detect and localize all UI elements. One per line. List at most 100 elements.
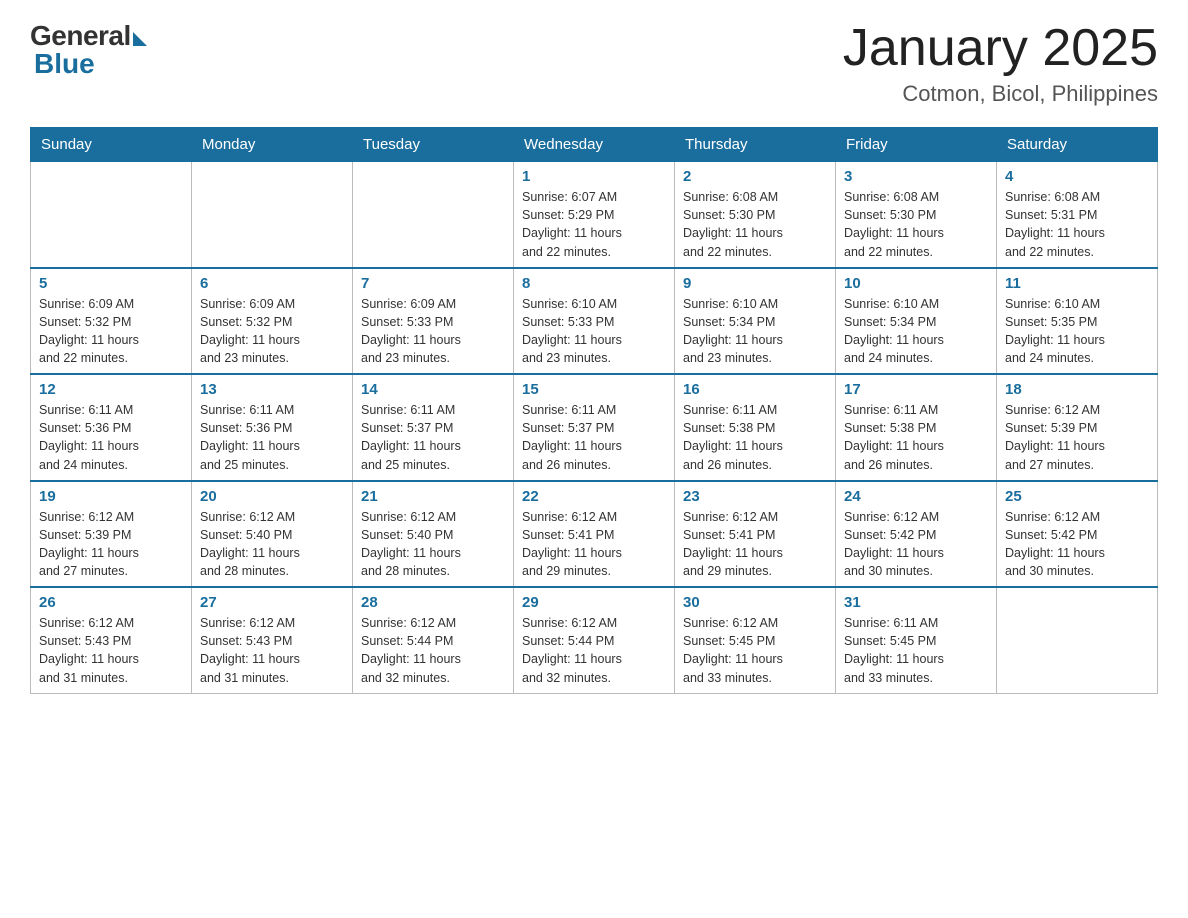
header-thursday: Thursday xyxy=(675,128,836,162)
day-number: 10 xyxy=(844,275,988,292)
day-info: Sunrise: 6:12 AMSunset: 5:40 PMDaylight:… xyxy=(200,508,344,581)
day-info: Sunrise: 6:12 AMSunset: 5:44 PMDaylight:… xyxy=(522,614,666,687)
day-info: Sunrise: 6:10 AMSunset: 5:34 PMDaylight:… xyxy=(683,295,827,368)
page-header: General Blue January 2025 Cotmon, Bicol,… xyxy=(30,20,1158,107)
day-number: 13 xyxy=(200,381,344,398)
calendar-header-row: Sunday Monday Tuesday Wednesday Thursday… xyxy=(31,128,1158,162)
day-info: Sunrise: 6:07 AMSunset: 5:29 PMDaylight:… xyxy=(522,188,666,261)
calendar-cell: 14Sunrise: 6:11 AMSunset: 5:37 PMDayligh… xyxy=(353,374,514,481)
day-info: Sunrise: 6:12 AMSunset: 5:43 PMDaylight:… xyxy=(39,614,183,687)
calendar-cell: 19 Sunrise: 6:12 AMSunset: 5:39 PMDayligh… xyxy=(31,481,192,588)
day-info: Sunrise: 6:09 AMSunset: 5:32 PMDaylight:… xyxy=(39,295,183,368)
day-number: 2 xyxy=(683,168,827,185)
day-info: Sunrise: 6:12 AMSunset: 5:39 PMDaylight:… xyxy=(1005,401,1149,474)
day-number: 27 xyxy=(200,594,344,611)
day-info: Sunrise: 6:08 AMSunset: 5:30 PMDaylight:… xyxy=(844,188,988,261)
day-info: Sunrise: 6:12 AMSunset: 5:45 PMDaylight:… xyxy=(683,614,827,687)
calendar-cell: 29Sunrise: 6:12 AMSunset: 5:44 PMDayligh… xyxy=(514,587,675,693)
day-info: Sunrise: 6:12 AMSunset: 5:39 PMDaylight:… xyxy=(39,508,183,581)
day-info: Sunrise: 6:11 AMSunset: 5:37 PMDaylight:… xyxy=(522,401,666,474)
day-info: Sunrise: 6:11 AMSunset: 5:36 PMDaylight:… xyxy=(39,401,183,474)
day-number: 3 xyxy=(844,168,988,185)
location-subtitle: Cotmon, Bicol, Philippines xyxy=(843,81,1158,107)
calendar-cell: 25 Sunrise: 6:12 AMSunset: 5:42 PMDayligh… xyxy=(997,481,1158,588)
calendar-week-row: 12 Sunrise: 6:11 AMSunset: 5:36 PMDayligh… xyxy=(31,374,1158,481)
day-number: 25 xyxy=(1005,488,1149,505)
header-wednesday: Wednesday xyxy=(514,128,675,162)
header-tuesday: Tuesday xyxy=(353,128,514,162)
calendar-cell xyxy=(353,162,514,268)
day-number: 16 xyxy=(683,381,827,398)
day-number: 5 xyxy=(39,275,183,292)
day-info: Sunrise: 6:10 AMSunset: 5:33 PMDaylight:… xyxy=(522,295,666,368)
calendar-cell: 31Sunrise: 6:11 AMSunset: 5:45 PMDayligh… xyxy=(836,587,997,693)
day-number: 18 xyxy=(1005,381,1149,398)
title-section: January 2025 Cotmon, Bicol, Philippines xyxy=(843,20,1158,107)
day-info: Sunrise: 6:10 AMSunset: 5:35 PMDaylight:… xyxy=(1005,295,1149,368)
calendar-cell: 5 Sunrise: 6:09 AMSunset: 5:32 PMDaylight… xyxy=(31,268,192,375)
calendar-cell xyxy=(31,162,192,268)
day-number: 14 xyxy=(361,381,505,398)
calendar-week-row: 5 Sunrise: 6:09 AMSunset: 5:32 PMDaylight… xyxy=(31,268,1158,375)
day-number: 22 xyxy=(522,488,666,505)
calendar-cell: 22 Sunrise: 6:12 AMSunset: 5:41 PMDayligh… xyxy=(514,481,675,588)
header-saturday: Saturday xyxy=(997,128,1158,162)
calendar-cell: 28Sunrise: 6:12 AMSunset: 5:44 PMDayligh… xyxy=(353,587,514,693)
month-year-title: January 2025 xyxy=(843,20,1158,77)
day-info: Sunrise: 6:09 AMSunset: 5:33 PMDaylight:… xyxy=(361,295,505,368)
day-number: 12 xyxy=(39,381,183,398)
day-number: 8 xyxy=(522,275,666,292)
calendar-cell: 21Sunrise: 6:12 AMSunset: 5:40 PMDayligh… xyxy=(353,481,514,588)
day-info: Sunrise: 6:11 AMSunset: 5:38 PMDaylight:… xyxy=(683,401,827,474)
calendar-cell: 27 Sunrise: 6:12 AMSunset: 5:43 PMDayligh… xyxy=(192,587,353,693)
day-number: 26 xyxy=(39,594,183,611)
calendar-cell: 18 Sunrise: 6:12 AMSunset: 5:39 PMDayligh… xyxy=(997,374,1158,481)
calendar-cell: 26 Sunrise: 6:12 AMSunset: 5:43 PMDayligh… xyxy=(31,587,192,693)
day-info: Sunrise: 6:12 AMSunset: 5:42 PMDaylight:… xyxy=(844,508,988,581)
day-info: Sunrise: 6:12 AMSunset: 5:41 PMDaylight:… xyxy=(522,508,666,581)
logo: General Blue xyxy=(30,20,147,80)
calendar-week-row: 1 Sunrise: 6:07 AMSunset: 5:29 PMDaylight… xyxy=(31,162,1158,268)
day-number: 23 xyxy=(683,488,827,505)
calendar-cell: 20Sunrise: 6:12 AMSunset: 5:40 PMDayligh… xyxy=(192,481,353,588)
logo-triangle-icon xyxy=(133,32,147,46)
calendar-cell: 10 Sunrise: 6:10 AMSunset: 5:34 PMDayligh… xyxy=(836,268,997,375)
calendar-week-row: 19 Sunrise: 6:12 AMSunset: 5:39 PMDayligh… xyxy=(31,481,1158,588)
day-info: Sunrise: 6:12 AMSunset: 5:41 PMDaylight:… xyxy=(683,508,827,581)
day-info: Sunrise: 6:09 AMSunset: 5:32 PMDaylight:… xyxy=(200,295,344,368)
calendar-cell: 23 Sunrise: 6:12 AMSunset: 5:41 PMDayligh… xyxy=(675,481,836,588)
calendar-cell: 30 Sunrise: 6:12 AMSunset: 5:45 PMDayligh… xyxy=(675,587,836,693)
day-info: Sunrise: 6:10 AMSunset: 5:34 PMDaylight:… xyxy=(844,295,988,368)
header-sunday: Sunday xyxy=(31,128,192,162)
day-info: Sunrise: 6:12 AMSunset: 5:43 PMDaylight:… xyxy=(200,614,344,687)
day-number: 9 xyxy=(683,275,827,292)
day-info: Sunrise: 6:11 AMSunset: 5:36 PMDaylight:… xyxy=(200,401,344,474)
day-number: 15 xyxy=(522,381,666,398)
day-number: 31 xyxy=(844,594,988,611)
calendar-cell: 17Sunrise: 6:11 AMSunset: 5:38 PMDayligh… xyxy=(836,374,997,481)
day-info: Sunrise: 6:08 AMSunset: 5:31 PMDaylight:… xyxy=(1005,188,1149,261)
calendar-cell: 9 Sunrise: 6:10 AMSunset: 5:34 PMDaylight… xyxy=(675,268,836,375)
calendar-cell: 24 Sunrise: 6:12 AMSunset: 5:42 PMDayligh… xyxy=(836,481,997,588)
day-number: 6 xyxy=(200,275,344,292)
calendar-cell: 7 Sunrise: 6:09 AMSunset: 5:33 PMDaylight… xyxy=(353,268,514,375)
calendar-week-row: 26 Sunrise: 6:12 AMSunset: 5:43 PMDayligh… xyxy=(31,587,1158,693)
calendar-cell: 16 Sunrise: 6:11 AMSunset: 5:38 PMDayligh… xyxy=(675,374,836,481)
calendar-cell: 2Sunrise: 6:08 AMSunset: 5:30 PMDaylight… xyxy=(675,162,836,268)
calendar-cell: 1 Sunrise: 6:07 AMSunset: 5:29 PMDaylight… xyxy=(514,162,675,268)
day-number: 21 xyxy=(361,488,505,505)
calendar-cell: 13 Sunrise: 6:11 AMSunset: 5:36 PMDayligh… xyxy=(192,374,353,481)
day-number: 24 xyxy=(844,488,988,505)
day-number: 19 xyxy=(39,488,183,505)
day-number: 30 xyxy=(683,594,827,611)
header-friday: Friday xyxy=(836,128,997,162)
day-info: Sunrise: 6:12 AMSunset: 5:42 PMDaylight:… xyxy=(1005,508,1149,581)
logo-blue-text: Blue xyxy=(34,48,95,80)
day-number: 7 xyxy=(361,275,505,292)
calendar-cell: 6 Sunrise: 6:09 AMSunset: 5:32 PMDaylight… xyxy=(192,268,353,375)
header-monday: Monday xyxy=(192,128,353,162)
calendar-cell xyxy=(192,162,353,268)
day-number: 17 xyxy=(844,381,988,398)
day-number: 11 xyxy=(1005,275,1149,292)
day-number: 1 xyxy=(522,168,666,185)
